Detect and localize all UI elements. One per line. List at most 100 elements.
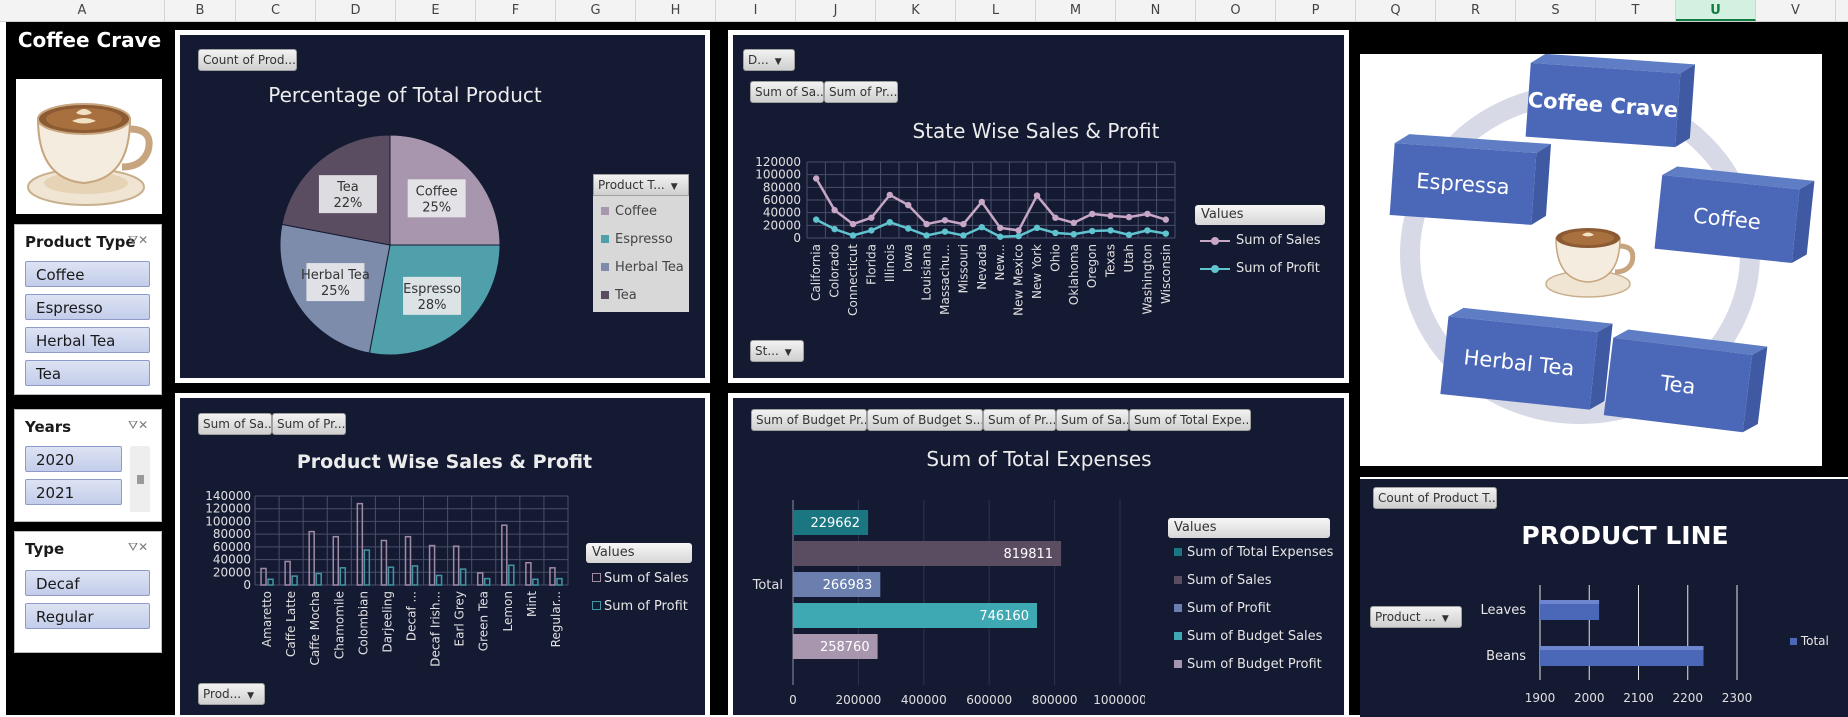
slicer-item-coffee[interactable]: Coffee [25,261,150,287]
value-button-profit[interactable]: Sum of Pr... [272,413,346,435]
data-point[interactable] [1052,229,1059,237]
bar-sum-of-sales[interactable] [332,535,340,586]
data-point[interactable] [923,232,930,239]
data-point[interactable] [923,220,930,228]
slicer-item-regular[interactable]: Regular [25,603,150,629]
legend-item-sum-of-sales[interactable]: Sum of Sales [1200,233,1321,248]
data-point[interactable] [1052,214,1059,221]
slicer-item-2020[interactable]: 2020 [25,446,122,472]
data-point[interactable] [1162,216,1169,223]
column-header-j[interactable]: J [796,0,876,21]
column-header-m[interactable]: M [1036,0,1116,21]
data-point[interactable] [1015,232,1022,240]
data-point[interactable] [849,220,857,228]
bar-sum-of-sales[interactable] [428,544,436,586]
legend-item-sum-of-profit[interactable]: Sum of Profit [592,599,688,614]
column-header-v[interactable]: V [1756,0,1836,21]
bar-sum-of-profit[interactable] [508,564,515,586]
legend-item-sum-of-sales[interactable]: Sum of Sales [592,571,689,586]
column-header-s[interactable]: S [1516,0,1596,21]
field-button-count-product[interactable]: Count of Product T... [1373,487,1497,509]
data-point[interactable] [868,214,875,221]
column-header-u[interactable]: U [1676,0,1756,21]
data-point[interactable] [1144,227,1151,234]
bar-sum-of-profit[interactable] [532,578,539,586]
data-point[interactable] [997,224,1004,232]
column-header-l[interactable]: L [956,0,1036,21]
data-point[interactable] [1089,227,1096,235]
data-point[interactable] [831,206,838,214]
data-point[interactable] [997,233,1004,240]
bar-sum-of-profit[interactable] [291,575,298,586]
column-header-h[interactable]: H [636,0,716,21]
bar-sum-of-profit[interactable] [363,549,371,586]
bar-sum-of-profit[interactable] [267,578,274,586]
filter-button-state[interactable]: St... ▼ [750,340,804,362]
slicer-item-espresso[interactable]: Espresso [25,294,150,320]
data-point[interactable] [849,232,857,239]
bar-sum-of-sales[interactable] [549,567,556,586]
column-header-o[interactable]: O [1196,0,1276,21]
data-point[interactable] [868,227,875,234]
data-point[interactable] [813,216,820,223]
value-button-sales[interactable]: Sum of Sa... [750,81,824,103]
column-header-c[interactable]: C [236,0,316,21]
column-header-k[interactable]: K [876,0,956,21]
data-point[interactable] [978,198,985,206]
value-button-profit[interactable]: Sum of Pr... [824,81,898,103]
column-header-n[interactable]: N [1116,0,1196,21]
data-point[interactable] [1070,231,1077,238]
legend-item-coffee[interactable]: Coffee [601,204,657,219]
scroll-thumb[interactable] [137,475,144,484]
filter-button-d[interactable]: D... ▼ [743,49,795,71]
legend-item-sum-of-sales[interactable]: Sum of Sales [1174,573,1272,588]
bar-sum-of-profit[interactable] [459,568,467,586]
clear-filter-icon[interactable]: ⛛✕ [128,233,148,248]
bar-sum-of-profit[interactable] [339,567,347,586]
column-header-i[interactable]: I [716,0,796,21]
data-point[interactable] [978,224,985,231]
column-header-p[interactable]: P [1276,0,1356,21]
data-point[interactable] [831,225,838,233]
bar-sum-of-profit[interactable] [435,574,443,586]
column-header-g[interactable]: G [556,0,636,21]
legend-item-sum-of-profit[interactable]: Sum of Profit [1200,261,1320,276]
data-point[interactable] [1107,212,1114,220]
value-button-2[interactable]: Sum of Pr... [983,409,1056,431]
column-header-f[interactable]: F [476,0,556,21]
column-header-e[interactable]: E [396,0,476,21]
column-header-d[interactable]: D [316,0,396,21]
value-button-sales[interactable]: Sum of Sa... [198,413,272,435]
axis-button-product[interactable]: Product ... ▼ [1370,606,1462,628]
legend-item-sum-of-budget-profit[interactable]: Sum of Budget Profit [1174,657,1322,672]
data-point[interactable] [1089,210,1096,218]
data-point[interactable] [960,220,967,228]
slicer-item-herbal-tea[interactable]: Herbal Tea [25,327,150,353]
data-point[interactable] [905,201,912,209]
value-button-4[interactable]: Sum of Total Expe... [1129,409,1251,431]
data-point[interactable] [886,218,893,226]
bar-sum-of-profit[interactable] [315,572,322,586]
value-button-3[interactable]: Sum of Sa... [1056,409,1129,431]
value-button-0[interactable]: Sum of Budget Pr... [751,409,867,431]
bar-sum-of-sales[interactable] [476,572,484,586]
bar-sum-of-sales[interactable] [525,562,532,586]
legend-item-herbal-tea[interactable]: Herbal Tea [601,260,684,275]
bar-sum-of-sales[interactable] [356,502,364,586]
data-point[interactable] [1070,219,1077,226]
data-point[interactable] [1162,230,1169,237]
legend-item-espresso[interactable]: Espresso [601,232,673,247]
data-point[interactable] [886,191,893,199]
legend-filter-product-type[interactable]: Product T... ▼ [593,174,689,196]
slicer-item-decaf[interactable]: Decaf [25,570,150,596]
bar-sum-of-sales[interactable] [404,535,412,586]
clear-filter-icon[interactable]: ⛛✕ [128,540,148,555]
bar-sum-of-sales[interactable] [260,567,267,586]
data-point[interactable] [941,228,949,235]
bar-sum-of-sales[interactable] [308,530,315,586]
slicer-scrollbar[interactable] [130,446,150,512]
slicer-item-2021[interactable]: 2021 [25,479,122,505]
clear-filter-icon[interactable]: ⛛✕ [128,418,148,433]
legend-item-sum-of-profit[interactable]: Sum of Profit [1174,601,1271,616]
bar-sum-of-profit[interactable] [387,566,395,586]
